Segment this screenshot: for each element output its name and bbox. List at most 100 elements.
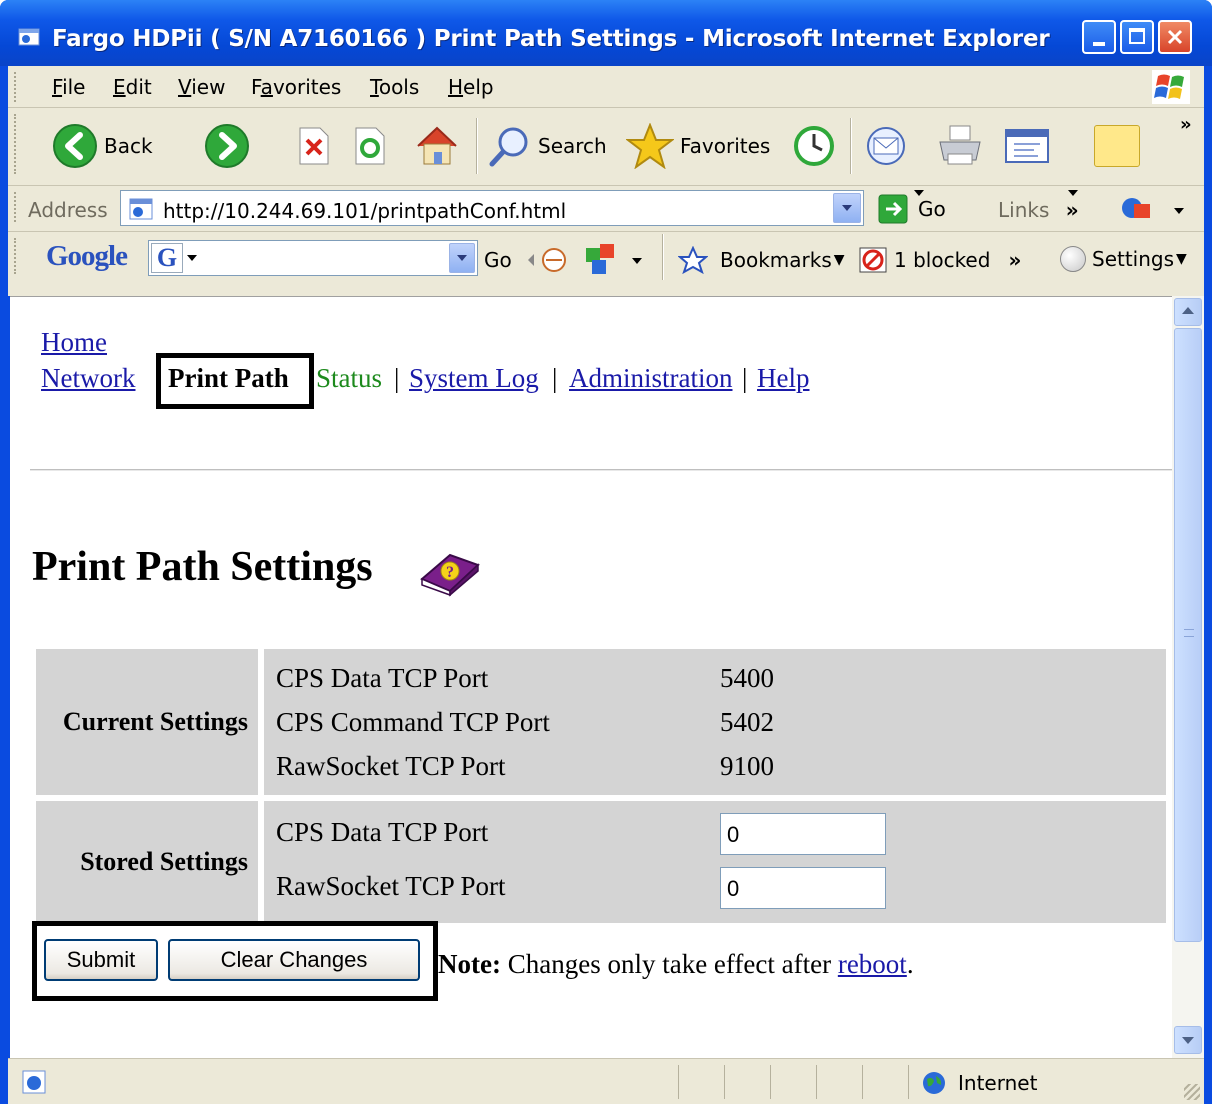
nav-system-log-link[interactable]: System Log [409, 363, 539, 394]
thumb-grip-icon [1184, 629, 1194, 637]
settings-label: Settings [1092, 247, 1175, 271]
go-arrow-icon [878, 194, 908, 224]
bookmarks-button[interactable]: Bookmarks ▼ [678, 246, 845, 274]
close-button[interactable] [1158, 20, 1192, 54]
resize-grip-icon[interactable] [1184, 1084, 1200, 1100]
favorites-button[interactable]: Favorites [626, 122, 770, 170]
nav-home-link[interactable]: Home [41, 327, 107, 358]
page-title: Print Path Settings [32, 544, 373, 590]
toolbar-grip[interactable] [14, 238, 17, 274]
setting-name: CPS Command TCP Port [276, 707, 550, 737]
stop-button[interactable] [296, 122, 332, 170]
google-g-dropdown-icon[interactable] [187, 255, 197, 261]
toolbar-chevron-icon[interactable]: » [1180, 114, 1192, 135]
google-chevron-icon: » [1008, 248, 1022, 272]
menu-file[interactable]: File [52, 75, 85, 99]
forward-button[interactable] [204, 122, 250, 170]
extension-dropdown-icon[interactable] [1174, 208, 1184, 214]
svg-text:?: ? [446, 564, 454, 581]
minimize-icon [1093, 42, 1105, 46]
toolbar-separator [476, 118, 478, 174]
google-news-icon[interactable] [526, 246, 576, 274]
menu-view[interactable]: View [178, 75, 225, 99]
print-button[interactable] [936, 122, 984, 170]
back-arrow-icon [53, 124, 97, 168]
title-bar[interactable]: Fargo HDPii ( S/N A7160166 ) Print Path … [0, 0, 1212, 66]
tools-extension-icon[interactable] [1120, 194, 1156, 224]
messenger-button[interactable] [1094, 122, 1140, 170]
nav-administration-link[interactable]: Administration [569, 363, 733, 394]
toolbar-separator [850, 118, 852, 174]
home-button[interactable] [414, 122, 460, 170]
blocked-count-label: 1 blocked [894, 248, 991, 272]
setting-name: CPS Data TCP Port [276, 817, 489, 847]
horizontal-rule [30, 469, 1172, 471]
current-settings-values: CPS Data TCP Port 5400 CPS Command TCP P… [264, 649, 1166, 795]
mail-button[interactable] [864, 122, 908, 170]
setting-value: 9100 [720, 751, 774, 781]
refresh-button[interactable] [352, 122, 388, 170]
reboot-link[interactable]: reboot [838, 949, 907, 979]
cps-data-port-input[interactable]: 0 [720, 813, 886, 855]
note-icon [1094, 125, 1140, 167]
google-settings-button[interactable]: Settings ▼ [1060, 246, 1187, 272]
google-go-button[interactable]: Go [484, 248, 512, 272]
status-panel [862, 1065, 908, 1099]
back-label: Back [104, 134, 153, 158]
scroll-thumb[interactable] [1174, 328, 1202, 942]
rawsocket-port-input[interactable]: 0 [720, 867, 886, 909]
note-message: Changes only take effect after [507, 949, 832, 979]
favorites-label: Favorites [680, 134, 771, 158]
scroll-up-button[interactable] [1174, 298, 1202, 326]
popup-blocker-button[interactable]: 1 blocked » [858, 246, 1021, 274]
vertical-scrollbar[interactable] [1172, 296, 1204, 1058]
edit-button[interactable] [1004, 122, 1052, 170]
scroll-down-button[interactable] [1174, 1026, 1202, 1054]
links-button[interactable]: Links » [998, 198, 1079, 222]
menu-tools[interactable]: Tools [370, 75, 419, 99]
help-book-icon[interactable]: ? [416, 549, 482, 597]
back-button[interactable]: Back [52, 122, 153, 170]
status-panel [724, 1065, 770, 1099]
maximize-icon [1129, 28, 1145, 44]
edit-document-icon [1005, 129, 1049, 163]
search-button[interactable]: Search [488, 122, 607, 170]
toolbar-grip[interactable] [14, 72, 17, 102]
setting-value: 5402 [720, 707, 774, 737]
go-button[interactable]: Go [878, 194, 946, 224]
google-search-dropdown-button[interactable] [449, 243, 475, 273]
stored-settings-values: CPS Data TCP Port 0 RawSocket TCP Port 0 [264, 801, 1166, 923]
note-period: . [906, 949, 914, 979]
google-pagerank-icon[interactable] [584, 242, 620, 276]
menu-help[interactable]: Help [448, 75, 494, 99]
menu-edit[interactable]: Edit [113, 75, 152, 99]
minimize-button[interactable] [1082, 20, 1116, 54]
status-panel [678, 1065, 724, 1099]
address-dropdown-button[interactable] [833, 193, 861, 223]
google-g-icon[interactable]: G [151, 243, 183, 273]
windows-logo-icon [1152, 70, 1190, 104]
menu-favorites[interactable]: Favorites [251, 75, 341, 99]
nav-network-link[interactable]: Network [41, 363, 135, 394]
nav-help-link[interactable]: Help [757, 363, 809, 394]
google-logo-text: Google [46, 240, 128, 272]
toolbar-grip[interactable] [14, 114, 17, 174]
toolbar-grip[interactable] [14, 192, 17, 222]
address-input[interactable]: http://10.244.69.101/printpathConf.html [120, 190, 864, 226]
close-icon [1167, 29, 1183, 45]
chevron-down-icon [457, 255, 467, 261]
google-search-input[interactable]: G [148, 240, 478, 276]
printer-icon [939, 125, 981, 165]
page-icon [129, 198, 153, 220]
google-logo[interactable]: Google [46, 240, 128, 273]
history-button[interactable] [792, 122, 836, 170]
setting-name: RawSocket TCP Port [276, 751, 506, 781]
stored-settings-label: Stored Settings [36, 801, 258, 923]
clear-changes-button[interactable]: Clear Changes [168, 939, 420, 981]
pagerank-dropdown-icon[interactable] [632, 258, 642, 264]
chevron-up-icon [1182, 307, 1194, 314]
stop-icon [299, 127, 329, 165]
status-bar: Internet [8, 1058, 1204, 1104]
submit-button[interactable]: Submit [44, 939, 158, 981]
maximize-button[interactable] [1120, 20, 1154, 54]
